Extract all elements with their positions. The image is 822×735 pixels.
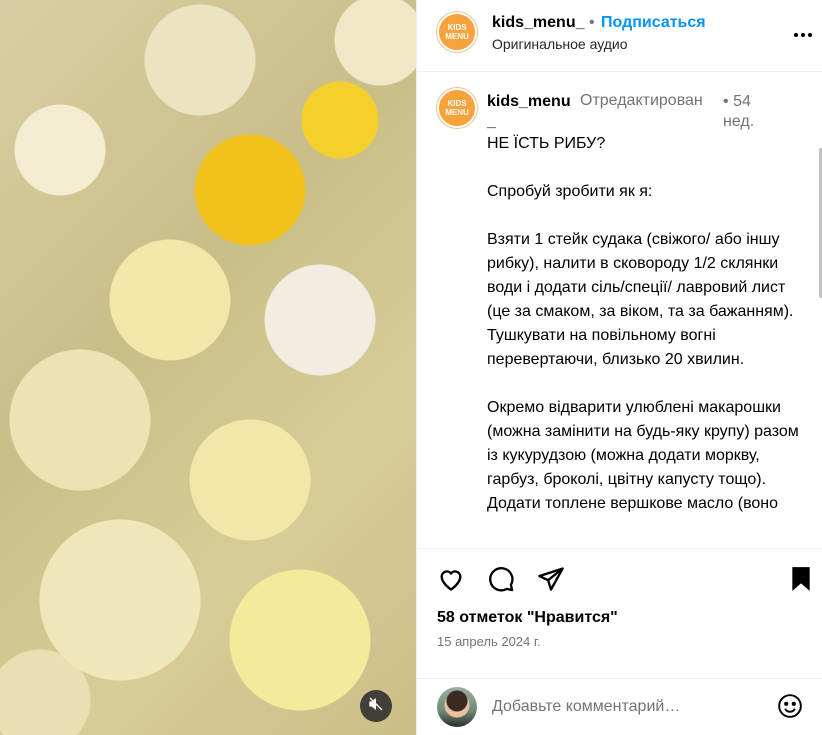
- post-header: KIDS MENU kids_menu_ • Подписаться Ориги…: [417, 0, 822, 72]
- follow-button[interactable]: Подписаться: [601, 14, 706, 32]
- author-avatar[interactable]: KIDS MENU: [437, 12, 477, 52]
- caption-username[interactable]: kids_menu_: [487, 92, 577, 132]
- caption-author-avatar[interactable]: KIDS MENU: [437, 88, 477, 128]
- separator-dot: •: [723, 93, 729, 110]
- save-button[interactable]: [787, 566, 815, 597]
- caption-text: НЕ ЇСТЬ РИБУ? Спробуй зробити як я: Взят…: [487, 135, 799, 512]
- comment-icon: [487, 565, 515, 598]
- current-user-avatar[interactable]: [437, 687, 477, 727]
- avatar-logo-text: MENU: [445, 32, 469, 41]
- bookmark-icon: [790, 566, 812, 597]
- comment-button[interactable]: [487, 565, 515, 598]
- avatar-logo-text: MENU: [445, 108, 469, 117]
- more-options-button[interactable]: [791, 22, 815, 46]
- post-time[interactable]: • 54 нед.: [723, 92, 783, 132]
- separator-dot: •: [589, 14, 595, 31]
- likes-count[interactable]: 58 отметок "Нравится": [437, 609, 618, 627]
- like-button[interactable]: [437, 567, 465, 595]
- more-horizontal-icon: [793, 25, 813, 43]
- share-icon: [537, 566, 565, 597]
- emoji-icon: [777, 693, 803, 724]
- avatar-logo-text: KIDS: [447, 99, 467, 108]
- comment-bar: [417, 678, 822, 735]
- heart-icon: [437, 566, 465, 597]
- comment-input[interactable]: [492, 695, 762, 719]
- share-button[interactable]: [537, 566, 565, 597]
- post-caption: KIDS MENU kids_menu_ Отредактирован • 54…: [417, 72, 822, 548]
- edited-label: Отредактирован: [580, 92, 703, 109]
- speaker-muted-icon: [368, 696, 384, 717]
- action-bar: 58 отметок "Нравится" 15 апрель 2024 г.: [417, 548, 822, 678]
- mute-button[interactable]: [360, 690, 392, 722]
- audio-link[interactable]: Оригинальное аудио: [492, 36, 628, 52]
- avatar-logo-text: KIDS: [447, 23, 467, 32]
- post-date[interactable]: 15 апрель 2024 г.: [437, 634, 541, 649]
- post-media[interactable]: [0, 0, 416, 735]
- post-details-panel: KIDS MENU kids_menu_ • Подписаться Ориги…: [416, 0, 822, 735]
- emoji-button[interactable]: [777, 693, 803, 724]
- author-username[interactable]: kids_menu_: [492, 14, 584, 32]
